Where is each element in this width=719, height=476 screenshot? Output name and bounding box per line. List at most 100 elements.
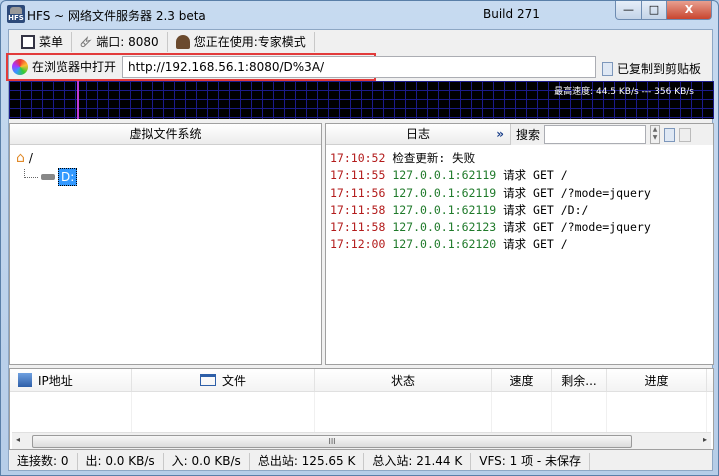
column-header[interactable]: 进度: [607, 369, 707, 391]
copy-to-clipboard-button[interactable]: 已复制到剪贴板: [602, 60, 701, 77]
plug-icon: 🜸: [80, 35, 93, 51]
column-header[interactable]: 剩余...: [552, 369, 607, 391]
log-message: 请求 GET /: [503, 237, 568, 252]
hfs-window: HFS HFS ~ 网络文件服务器 2.3 beta Build 271 — □…: [0, 0, 719, 476]
horizontal-scrollbar[interactable]: ◂ III ▸: [12, 432, 711, 449]
log-title: 日志: [405, 127, 430, 141]
status-bar: 连接数: 0 出: 0.0 KB/s 入: 0.0 KB/s 总出站: 125.65 …: [9, 451, 714, 472]
mode-label: 您正在使用:专家模式: [193, 35, 306, 49]
open-in-browser-button[interactable]: 在浏览器中打开: [12, 58, 116, 75]
log-ip: 127.0.0.1:62119: [392, 168, 497, 183]
log-message: 请求 GET /?mode=jquery: [503, 185, 651, 200]
home-icon: ⌂: [16, 150, 25, 166]
log-ip: 127.0.0.1:62119: [392, 185, 497, 200]
log-time: 17:12:00: [330, 237, 386, 252]
log-time: 17:11:55: [330, 168, 386, 183]
column-label: 剩余...: [561, 373, 597, 388]
log-list: 17:10:52 检查更新: 失败 17:11:55 127.0.0.1:6211…: [330, 150, 651, 254]
grid-line: [706, 392, 707, 432]
column-label: 进度: [644, 373, 669, 388]
column-header[interactable]: 状态: [315, 369, 492, 391]
grid-line: [606, 392, 607, 432]
column-header[interactable]: 文件: [132, 369, 315, 391]
grid-line: [491, 392, 492, 432]
status-field: 连接数: 0: [9, 453, 78, 470]
url-field[interactable]: http://192.168.56.1:8080/D%3A/: [122, 56, 596, 78]
drive-icon: [41, 174, 55, 180]
column-label: 状态: [390, 373, 415, 388]
scroll-right-icon[interactable]: ▸: [703, 435, 707, 444]
column-header[interactable]: IP地址: [10, 369, 132, 391]
bandwidth-graph: 最高速度: 44.5 KB/s --- 356 KB/s: [9, 81, 714, 119]
copy-log-icon[interactable]: [664, 127, 676, 142]
find-icon[interactable]: [679, 127, 692, 142]
grid-line: [131, 392, 132, 432]
file-icon: [199, 374, 216, 386]
users-icon: [175, 34, 190, 49]
copied-label: 已复制到剪贴板: [617, 62, 702, 76]
log-time: 17:11:58: [330, 220, 386, 235]
column-label: 文件: [221, 373, 246, 388]
toolbar: 菜单 🜸 端口: 8080 您正在使用:专家模式: [9, 30, 712, 53]
log-message: 请求 GET /?mode=jquery: [503, 220, 651, 235]
menu-icon: [21, 34, 35, 49]
browser-icon: [12, 58, 28, 75]
grid-line: [551, 392, 552, 432]
spin-buttons[interactable]: ▲ ▼: [650, 125, 661, 144]
status-field: 入: 0.0 KB/s: [164, 453, 250, 470]
build-label: Build 271: [483, 7, 540, 21]
log-time: 17:11:58: [330, 202, 386, 217]
log-time: 17:10:52: [330, 151, 386, 165]
copy-icon: [602, 61, 613, 76]
log-ip: 127.0.0.1:62120: [392, 237, 497, 252]
search-input[interactable]: [544, 125, 647, 144]
grid-line: [314, 392, 315, 432]
port-label: 端口: 8080: [96, 35, 159, 49]
status-field: VFS: 1 项 - 未保存: [471, 453, 591, 470]
status-field: 出: 0.0 KB/s: [78, 453, 164, 470]
status-field: 总入站: 21.44 K: [364, 453, 472, 470]
menu-button[interactable]: 菜单: [13, 31, 73, 52]
port-button[interactable]: 🜸 端口: 8080: [72, 31, 168, 52]
mode-button[interactable]: 您正在使用:专家模式: [168, 31, 315, 52]
tree-connector: [24, 168, 38, 178]
log-time: 17:11:56: [330, 185, 386, 200]
vfs-tree: ⌂ / D:: [16, 150, 78, 186]
log-entry: 17:11:58 127.0.0.1:62123 请求 GET /?mode=j…: [330, 219, 651, 236]
column-label: 速度: [509, 373, 534, 388]
connections-list: IP地址 文件 状态 速度 剩余... 进度 ◂ III ▸: [9, 368, 714, 450]
connections-header: IP地址 文件 状态 速度 剩余... 进度: [10, 369, 713, 392]
hfs-logo-icon: HFS: [7, 5, 25, 23]
log-message: 请求 GET /: [503, 168, 568, 183]
log-entry: 17:11:55 127.0.0.1:62119 请求 GET /: [330, 167, 651, 184]
scroll-left-icon[interactable]: ◂: [16, 435, 20, 444]
log-entry: 17:12:00 127.0.0.1:62120 请求 GET /: [330, 236, 651, 253]
computer-icon: [18, 373, 32, 387]
scroll-thumb[interactable]: III: [32, 435, 632, 448]
column-header[interactable]: 速度: [492, 369, 552, 391]
search-label: 搜索: [516, 128, 541, 142]
vfs-panel: 虚拟文件系统 ⌂ / D:: [9, 123, 322, 365]
log-entry: 17:11:56 127.0.0.1:62119 请求 GET /?mode=j…: [330, 185, 651, 202]
status-field: 总出站: 125.65 K: [250, 453, 365, 470]
client-area: 菜单 🜸 端口: 8080 您正在使用:专家模式 在浏览器中打开 http://1…: [6, 29, 714, 472]
log-message: 检查更新: 失败: [392, 151, 476, 165]
log-message: 请求 GET /D:/: [503, 202, 589, 217]
search-bar: 搜索 ▲ ▼: [510, 124, 713, 145]
column-label: IP地址: [38, 373, 73, 388]
tree-root[interactable]: ⌂ /: [16, 150, 77, 166]
tree-item-drive[interactable]: D:: [24, 168, 78, 186]
menu-label: 菜单: [39, 35, 64, 49]
expand-icon[interactable]: »: [496, 124, 504, 144]
log-ip: 127.0.0.1:62123: [392, 220, 497, 235]
maximize-button[interactable]: □: [641, 1, 667, 20]
log-panel: 日志» 搜索 ▲ ▼ 17:10:52 检查更新: 失败 17:11:55 127.…: [325, 123, 714, 365]
log-ip: 127.0.0.1:62119: [392, 202, 497, 217]
window-title: HFS ~ 网络文件服务器 2.3 beta: [27, 9, 206, 23]
minimize-button[interactable]: —: [615, 1, 642, 20]
close-button[interactable]: X: [666, 1, 712, 20]
open-in-browser-label: 在浏览器中打开: [32, 60, 117, 74]
root-label: /: [28, 151, 33, 165]
graph-spike: [77, 81, 79, 119]
log-entry: 17:10:52 检查更新: 失败: [330, 150, 651, 167]
